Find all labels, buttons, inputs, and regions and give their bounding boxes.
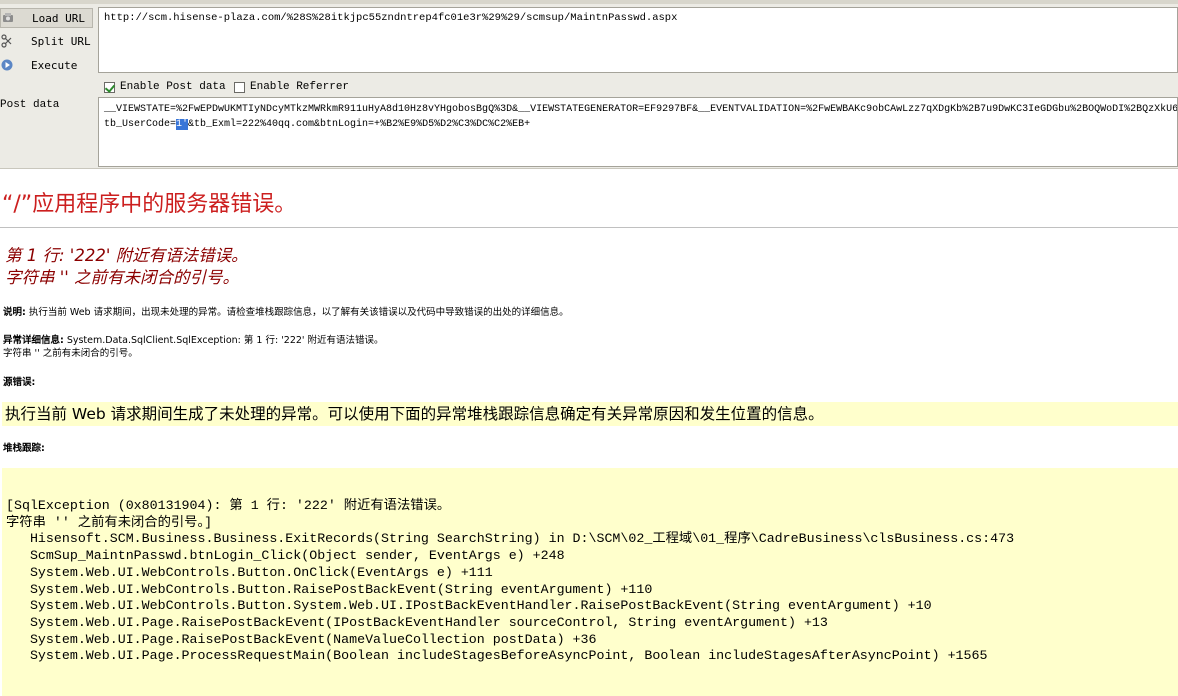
stack-line: System.Web.UI.WebControls.Button.RaisePo… xyxy=(6,581,653,597)
source-error-label: 源错误: xyxy=(3,377,36,388)
enable-post-data-label: Enable Post data xyxy=(120,81,226,93)
post-data-label: Post data xyxy=(0,99,60,111)
stack-line: [SqlException (0x80131904): 第 1 行: '222'… xyxy=(6,498,451,513)
post-data-prefix: tb_UserCode= xyxy=(104,119,177,130)
post-data-line-1: __VIEWSTATE=%2FwEPDwUKMTIyNDcyMTkzMWRkmR… xyxy=(104,104,1178,115)
load-url-icon xyxy=(2,12,14,24)
error-subtitle-line-1: 第 1 行: '222' 附近有语法错误。 xyxy=(5,246,248,265)
stack-line: System.Web.UI.Page.ProcessRequestMain(Bo… xyxy=(6,648,988,664)
post-data-line-2: tb_UserCode=1'&tb_Exml=222%40qq.com&btnL… xyxy=(104,117,1172,132)
post-data-selection: 1' xyxy=(176,119,189,130)
enable-referrer-toggle[interactable]: Enable Referrer xyxy=(234,78,349,96)
exception-body-line-2: 字符串 '' 之前有未闭合的引号。 xyxy=(3,348,138,359)
load-url-button[interactable]: Load URL xyxy=(0,8,93,28)
split-url-label: Split URL xyxy=(31,34,91,48)
description-label: 说明: xyxy=(3,307,26,318)
stack-trace-label: 堆栈跟踪: xyxy=(3,443,45,454)
stack-line: Hisensoft.SCM.Business.Business.ExitReco… xyxy=(6,531,1015,547)
execute-label: Execute xyxy=(31,58,78,72)
stack-line: 字符串 '' 之前有未闭合的引号。] xyxy=(6,514,213,530)
source-error-message: 执行当前 Web 请求期间生成了未处理的异常。可以使用下面的异常堆栈跟踪信息确定… xyxy=(2,402,1178,426)
enable-referrer-checkbox[interactable] xyxy=(234,81,245,93)
url-text: http://scm.hisense-plaza.com/%28S%28itkj… xyxy=(104,12,678,24)
exception-label: 异常详细信息: xyxy=(3,335,64,346)
error-page-title: “/”应用程序中的服务器错误。 xyxy=(2,192,297,217)
enable-post-data-toggle[interactable]: Enable Post data xyxy=(104,78,226,96)
execute-icon xyxy=(1,59,13,71)
enable-post-data-checkbox[interactable] xyxy=(104,81,115,93)
execute-button[interactable]: Execute xyxy=(0,55,93,75)
hackbar-top-strip xyxy=(0,0,1178,4)
stack-line: System.Web.UI.WebControls.Button.System.… xyxy=(6,598,932,614)
error-subtitle-line-2: 字符串 '' 之前有未闭合的引号。 xyxy=(5,268,240,287)
url-input[interactable]: http://scm.hisense-plaza.com/%28S%28itkj… xyxy=(98,7,1178,73)
split-url-icon xyxy=(1,34,13,48)
post-data-input[interactable]: __VIEWSTATE=%2FwEPDwUKMTIyNDcyMTkzMWRkmR… xyxy=(98,97,1178,167)
stack-line: System.Web.UI.Page.RaisePostBackEvent(Na… xyxy=(6,631,597,647)
title-divider xyxy=(0,227,1178,228)
exception-details: 异常详细信息: System.Data.SqlClient.SqlExcepti… xyxy=(3,334,384,360)
exception-body: System.Data.SqlClient.SqlException: 第 1 … xyxy=(63,335,384,346)
stack-line: System.Web.UI.WebControls.Button.OnClick… xyxy=(6,564,493,580)
stack-line: ScmSup_MaintnPasswd.btnLogin_Click(Objec… xyxy=(6,548,565,564)
description-body: 执行当前 Web 请求期间，出现未处理的异常。请检查堆栈跟踪信息，以了解有关该错… xyxy=(25,307,569,318)
load-url-label: Load URL xyxy=(32,11,85,25)
split-url-button[interactable]: Split URL xyxy=(0,31,93,51)
error-subtitle: 第 1 行: '222' 附近有语法错误。 字符串 '' 之前有未闭合的引号。 xyxy=(5,245,248,289)
hackbar-panel: Load URL Split URL Execute http://scm.hi… xyxy=(0,0,1178,169)
enable-referrer-label: Enable Referrer xyxy=(250,81,350,93)
post-data-suffix: &tb_Exml=222%40qq.com&btnLogin=+%B2%E9%D… xyxy=(188,119,531,130)
stack-trace-box: [SqlException (0x80131904): 第 1 行: '222'… xyxy=(2,468,1178,696)
description-text: 说明: 执行当前 Web 请求期间，出现未处理的异常。请检查堆栈跟踪信息，以了解… xyxy=(3,306,569,319)
stack-line: System.Web.UI.Page.RaisePostBackEvent(IP… xyxy=(6,614,828,630)
